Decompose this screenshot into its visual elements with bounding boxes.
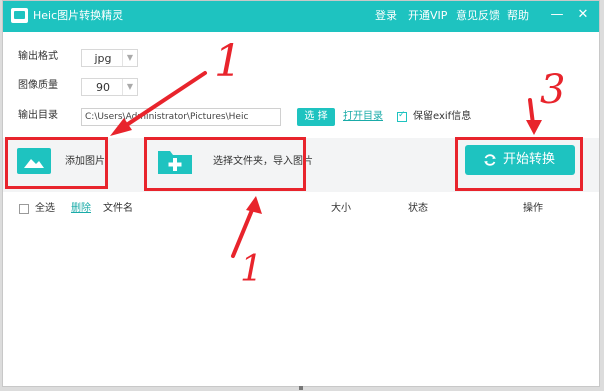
annotation-number-3: 3 (540, 67, 566, 113)
annotation-arrows (110, 71, 542, 258)
resize-grip-icon[interactable] (299, 386, 303, 390)
annotation-number-1-bottom: 1 (240, 249, 263, 290)
annotation-number-1-top: 1 (214, 36, 242, 87)
